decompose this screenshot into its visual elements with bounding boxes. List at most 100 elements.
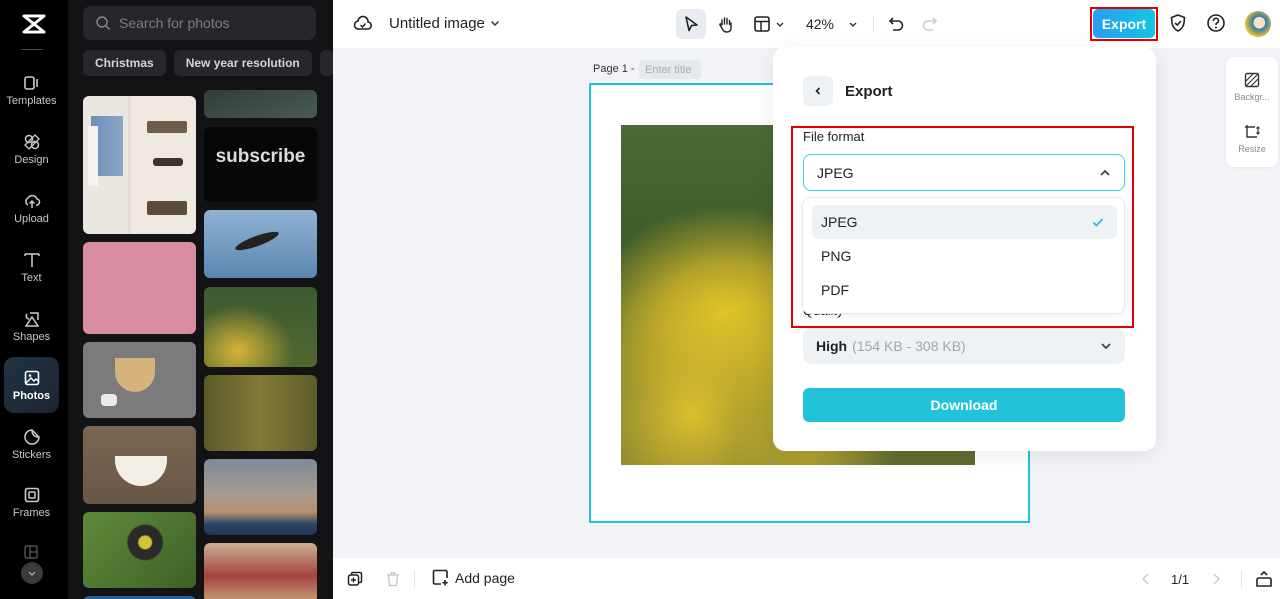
previous-page-icon[interactable] (1139, 571, 1153, 587)
sidebar-item-stickers[interactable]: Stickers (4, 416, 59, 472)
thumbnail-detail (88, 126, 98, 186)
stickers-icon (23, 428, 41, 446)
quality-size-range: (154 KB - 308 KB) (852, 338, 966, 354)
design-icon (23, 133, 41, 151)
divider (873, 15, 874, 33)
expand-pages-icon[interactable] (1255, 570, 1273, 588)
hand-icon (717, 15, 735, 33)
zoom-level-dropdown[interactable]: 42% (801, 9, 863, 39)
frames-icon (23, 486, 41, 504)
chip-more[interactable] (320, 50, 333, 76)
sidebar-item-label: Stickers (12, 449, 51, 461)
shapes-icon (23, 310, 41, 328)
chip-christmas[interactable]: Christmas (83, 50, 166, 76)
file-format-select[interactable]: JPEG (803, 154, 1125, 191)
back-button[interactable] (803, 76, 833, 106)
layout-grid-icon[interactable] (24, 545, 38, 559)
format-option-png[interactable]: PNG (812, 239, 1117, 273)
divider (414, 570, 415, 588)
sidebar-item-label: Design (14, 154, 48, 166)
more-tools-button[interactable] (21, 562, 43, 584)
search-input[interactable] (119, 15, 309, 31)
duplicate-page-icon[interactable] (347, 571, 363, 587)
redo-button[interactable] (917, 9, 943, 39)
background-icon (1244, 72, 1260, 88)
chip-new-year-resolution[interactable]: New year resolution (174, 50, 312, 76)
quality-select[interactable]: High (154 KB - 308 KB) (803, 328, 1125, 364)
photo-thumbnail[interactable]: subscribe (204, 127, 317, 202)
resize-icon (1244, 124, 1260, 140)
layout-icon (753, 15, 771, 33)
hand-tool-button[interactable] (713, 9, 739, 39)
app: Templates Design Upload Text Shapes Phot… (0, 0, 1280, 599)
export-button[interactable]: Export (1093, 9, 1155, 38)
resize-label: Resize (1238, 144, 1266, 154)
photo-thumbnail[interactable] (83, 96, 196, 234)
bottom-bar: Add page 1/1 (333, 558, 1280, 599)
sidebar-item-label: Text (21, 272, 41, 284)
zoom-level: 42% (806, 16, 834, 32)
sidebar-item-label: Photos (13, 390, 50, 402)
sidebar-item-shapes[interactable]: Shapes (4, 298, 59, 354)
thumbnail-detail (153, 158, 183, 166)
delete-page-icon[interactable] (385, 571, 401, 587)
background-label: Backgr... (1234, 92, 1269, 102)
download-button[interactable]: Download (803, 388, 1125, 422)
shield-check-icon[interactable] (1168, 13, 1188, 33)
sidebar-item-label: Shapes (13, 331, 50, 343)
chevron-down-icon (848, 19, 858, 29)
photo-thumbnail[interactable] (204, 459, 317, 535)
photo-thumbnail[interactable] (204, 210, 317, 278)
thumbnail-detail (115, 456, 167, 486)
photo-thumbnail[interactable] (83, 512, 196, 588)
text-icon (23, 251, 41, 269)
document-title[interactable]: Untitled image (389, 15, 485, 32)
add-page-button[interactable]: Add page (432, 569, 515, 586)
select-tool-button[interactable] (676, 9, 706, 39)
thumbnail-detail (147, 201, 187, 215)
sidebar-item-text[interactable]: Text (4, 239, 59, 295)
sidebar-item-templates[interactable]: Templates (4, 62, 59, 118)
divider (1241, 570, 1242, 588)
file-format-dropdown: JPEG PNG PDF (802, 197, 1125, 314)
background-button[interactable]: Backgr... (1226, 63, 1278, 111)
sidebar-item-upload[interactable]: Upload (4, 180, 59, 236)
page-indicator: 1/1 (1171, 572, 1189, 587)
help-icon[interactable] (1206, 13, 1226, 33)
resize-button[interactable]: Resize (1226, 115, 1278, 163)
photo-thumbnail[interactable] (204, 90, 317, 118)
photo-thumbnail[interactable] (83, 426, 196, 504)
thumbnail-detail (115, 358, 155, 392)
chevron-up-icon (1098, 166, 1112, 180)
photo-thumbnail[interactable] (204, 287, 317, 367)
photo-thumbnail[interactable] (83, 342, 196, 418)
divider (21, 49, 43, 50)
next-page-icon[interactable] (1209, 571, 1223, 587)
sidebar-item-photos[interactable]: Photos (4, 357, 59, 413)
file-format-label: File format (803, 129, 864, 144)
sidebar-item-label: Frames (13, 507, 50, 519)
category-chips: Christmas New year resolution (83, 50, 333, 76)
undo-button[interactable] (883, 9, 909, 39)
layout-menu-button[interactable] (749, 9, 789, 39)
properties-panel: Backgr... Resize (1226, 57, 1278, 167)
cloud-sync-icon[interactable] (353, 14, 373, 34)
sidebar-item-label: Upload (14, 213, 49, 225)
option-label: PNG (821, 248, 851, 264)
add-page-label: Add page (455, 570, 515, 586)
format-option-pdf[interactable]: PDF (812, 273, 1117, 307)
thumbnail-detail (147, 121, 187, 133)
checkmark-icon (1091, 215, 1105, 229)
page-label: Page 1 - (593, 63, 635, 75)
photo-thumbnail[interactable] (204, 543, 317, 599)
photo-thumbnail[interactable] (204, 375, 317, 451)
photos-icon (23, 369, 41, 387)
page-title-input[interactable] (639, 60, 701, 79)
sidebar-item-frames[interactable]: Frames (4, 474, 59, 530)
chevron-down-icon[interactable] (489, 17, 501, 29)
photo-thumbnail[interactable] (83, 242, 196, 334)
sidebar-item-design[interactable]: Design (4, 121, 59, 177)
capcut-logo-icon[interactable] (18, 12, 50, 36)
user-avatar[interactable] (1245, 11, 1271, 37)
format-option-jpeg[interactable]: JPEG (812, 205, 1117, 239)
